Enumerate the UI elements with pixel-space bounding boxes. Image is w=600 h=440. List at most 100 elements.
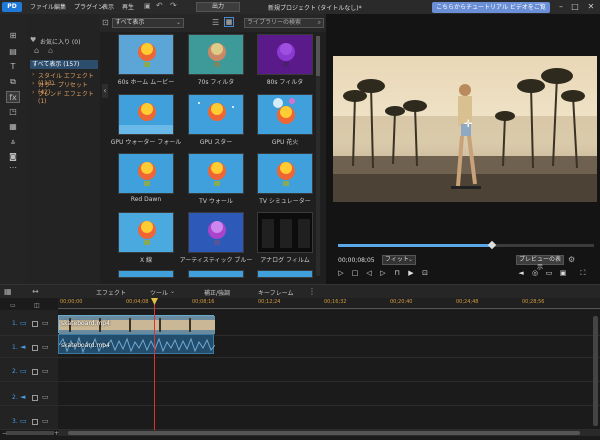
play-icon[interactable]: ▷ [336, 268, 346, 278]
tutorial-button[interactable]: こちらからチュートリアル ビデオをご覧いただけます。 [432, 2, 550, 22]
volume-icon[interactable]: ◄ [516, 268, 526, 278]
thumb-tv-wall[interactable] [188, 153, 244, 194]
track-enable-checkbox[interactable] [32, 345, 38, 351]
lock-all-icon[interactable]: ▭ [10, 302, 16, 309]
thumb-60s[interactable] [118, 34, 174, 75]
audio-clip[interactable]: skateboard.mp4 [58, 334, 215, 354]
library-scroll-thumb[interactable] [316, 36, 320, 76]
fit-timeline-icon[interactable]: ↔ [32, 287, 39, 296]
track-enable-checkbox[interactable] [32, 419, 38, 425]
close-icon[interactable]: ✕ [584, 1, 598, 13]
thumb-partial[interactable] [118, 270, 174, 278]
prev-frame-icon[interactable]: ◁ [364, 268, 374, 278]
track-enable-checkbox[interactable] [32, 321, 38, 327]
chevron-down-icon[interactable]: ⌄ [170, 288, 175, 295]
thumb-tv-simulator[interactable] [257, 153, 313, 194]
lock-icon[interactable]: ▭ [42, 417, 49, 425]
split-icon[interactable]: ⊓ [392, 268, 402, 278]
3d-icon[interactable]: ▣ [558, 268, 568, 278]
category-blend-effect[interactable]: ブレンド エフェクト (1) [38, 89, 100, 105]
undo-icon[interactable]: ↶ [156, 1, 163, 10]
track-manager-icon[interactable]: ▦ [4, 287, 12, 296]
heart-icon: ♥ [30, 36, 37, 44]
preview-quality-button[interactable]: プレビューの表示 [516, 255, 564, 271]
particle-room-icon[interactable]: ▦ [6, 121, 20, 133]
import-icon[interactable]: ⊡ [102, 18, 109, 27]
fx-room-icon[interactable]: fx [6, 91, 20, 103]
more-tools-icon[interactable]: ⋮ [308, 287, 316, 296]
zoom-out-icon[interactable]: − [2, 430, 7, 437]
fast-forward-icon[interactable]: ▶ [406, 268, 416, 278]
menu-file[interactable]: ファイル [30, 2, 54, 11]
menu-edit[interactable]: 編集 [54, 2, 66, 11]
undock-icon[interactable]: ⊡ [420, 268, 430, 278]
keyframe-tab[interactable]: キーフレーム [258, 288, 293, 297]
settings-icon[interactable]: ⚙ [568, 255, 575, 264]
maximize-icon[interactable]: □ [568, 1, 582, 13]
redo-icon[interactable]: ↷ [170, 1, 177, 10]
pip-room-icon[interactable]: ◳ [6, 106, 20, 118]
expand-icon[interactable]: › [32, 80, 34, 87]
menu-view[interactable]: 表示 [102, 2, 114, 11]
list-view-icon[interactable]: ☰ [212, 18, 219, 27]
timeline-playhead[interactable] [154, 298, 155, 432]
thumb-artistic-blue[interactable] [188, 212, 244, 253]
library-filter-dropdown[interactable]: すべて表示 ⌄ [112, 18, 184, 28]
thumb-80s[interactable] [257, 34, 313, 75]
thumb-label: 80s フィルタ [266, 79, 304, 86]
tag-remove-icon[interactable]: ⌂ [48, 46, 53, 55]
thumb-xray[interactable] [118, 212, 174, 253]
zoom-in-icon[interactable]: + [54, 430, 59, 437]
snapshot-icon[interactable]: ◎ [530, 268, 540, 278]
favorites-item[interactable]: お気に入り (0) [40, 37, 80, 46]
thumb-partial[interactable] [257, 270, 313, 278]
thumb-partial[interactable] [188, 270, 244, 278]
fix-enhance-tab[interactable]: 補正/強調 [204, 288, 230, 297]
timeline-scroll-thumb[interactable] [68, 431, 580, 435]
expand-icon[interactable]: › [32, 71, 34, 78]
thumb-gpu-star[interactable] [188, 94, 244, 135]
media-room-icon[interactable]: ⊞ [6, 30, 20, 42]
minimize-icon[interactable]: – [554, 1, 568, 13]
library-search-input[interactable]: ライブラリーの検索 ⌕ [244, 18, 324, 28]
zoom-fit-dropdown[interactable]: フィット ⌄ [382, 255, 416, 265]
lock-icon[interactable]: ▭ [42, 367, 49, 375]
track-number: 2. [12, 394, 18, 401]
template-room-icon[interactable]: ▤ [6, 46, 20, 58]
collapse-panel-icon[interactable]: ‹ [102, 84, 108, 98]
thumb-red-dawn[interactable] [118, 153, 174, 194]
grid-view-icon[interactable]: ▦ [224, 17, 234, 27]
lock-icon[interactable]: ▭ [42, 393, 49, 401]
track-enable-checkbox[interactable] [32, 395, 38, 401]
stop-icon[interactable]: □ [350, 268, 360, 278]
fullscreen-icon[interactable]: ⛶ [578, 268, 588, 278]
tool-tab[interactable]: ツール [150, 288, 168, 297]
expand-icon[interactable]: › [32, 89, 34, 96]
audio-mixer-icon[interactable]: ⩓ [6, 136, 20, 148]
output-button[interactable]: 出力 [196, 2, 240, 12]
transition-room-icon[interactable]: ⧉ [6, 76, 20, 88]
thumb-gpu-fireworks[interactable] [257, 94, 313, 135]
save-icon[interactable]: ▣ [144, 2, 151, 10]
title-room-icon[interactable]: T [6, 61, 20, 73]
menu-plugin[interactable]: プラグイン [74, 2, 104, 11]
thumb-70s[interactable] [188, 34, 244, 75]
mute-all-icon[interactable]: ◫ [34, 302, 40, 309]
next-frame-icon[interactable]: ▷ [378, 268, 388, 278]
category-panel: ♥ お気に入り (0) ⌂ ⌂ すべて表示 (157) › スタイル エフェクト… [26, 14, 100, 284]
crosshair-icon[interactable]: ✛ [464, 119, 472, 130]
thumb-analog-film[interactable] [257, 212, 313, 253]
tag-add-icon[interactable]: ⌂ [34, 46, 39, 55]
display-icon[interactable]: ▭ [544, 268, 554, 278]
lock-icon[interactable]: ▭ [42, 319, 49, 327]
more-icon[interactable]: ⋯ [6, 162, 20, 174]
timeline-zoom-slider[interactable] [6, 431, 54, 435]
effect-tab[interactable]: エフェクト [96, 288, 126, 297]
timeline-vertical-scrollbar[interactable] [593, 316, 598, 426]
category-all[interactable]: すべて表示 (157) [30, 60, 98, 69]
thumb-gpu-waterfall[interactable] [118, 94, 174, 135]
track-enable-checkbox[interactable] [32, 369, 38, 375]
menu-play[interactable]: 再生 [122, 2, 134, 11]
video-clip[interactable]: skateboard.mp4 [58, 315, 215, 334]
lock-icon[interactable]: ▭ [42, 343, 49, 351]
